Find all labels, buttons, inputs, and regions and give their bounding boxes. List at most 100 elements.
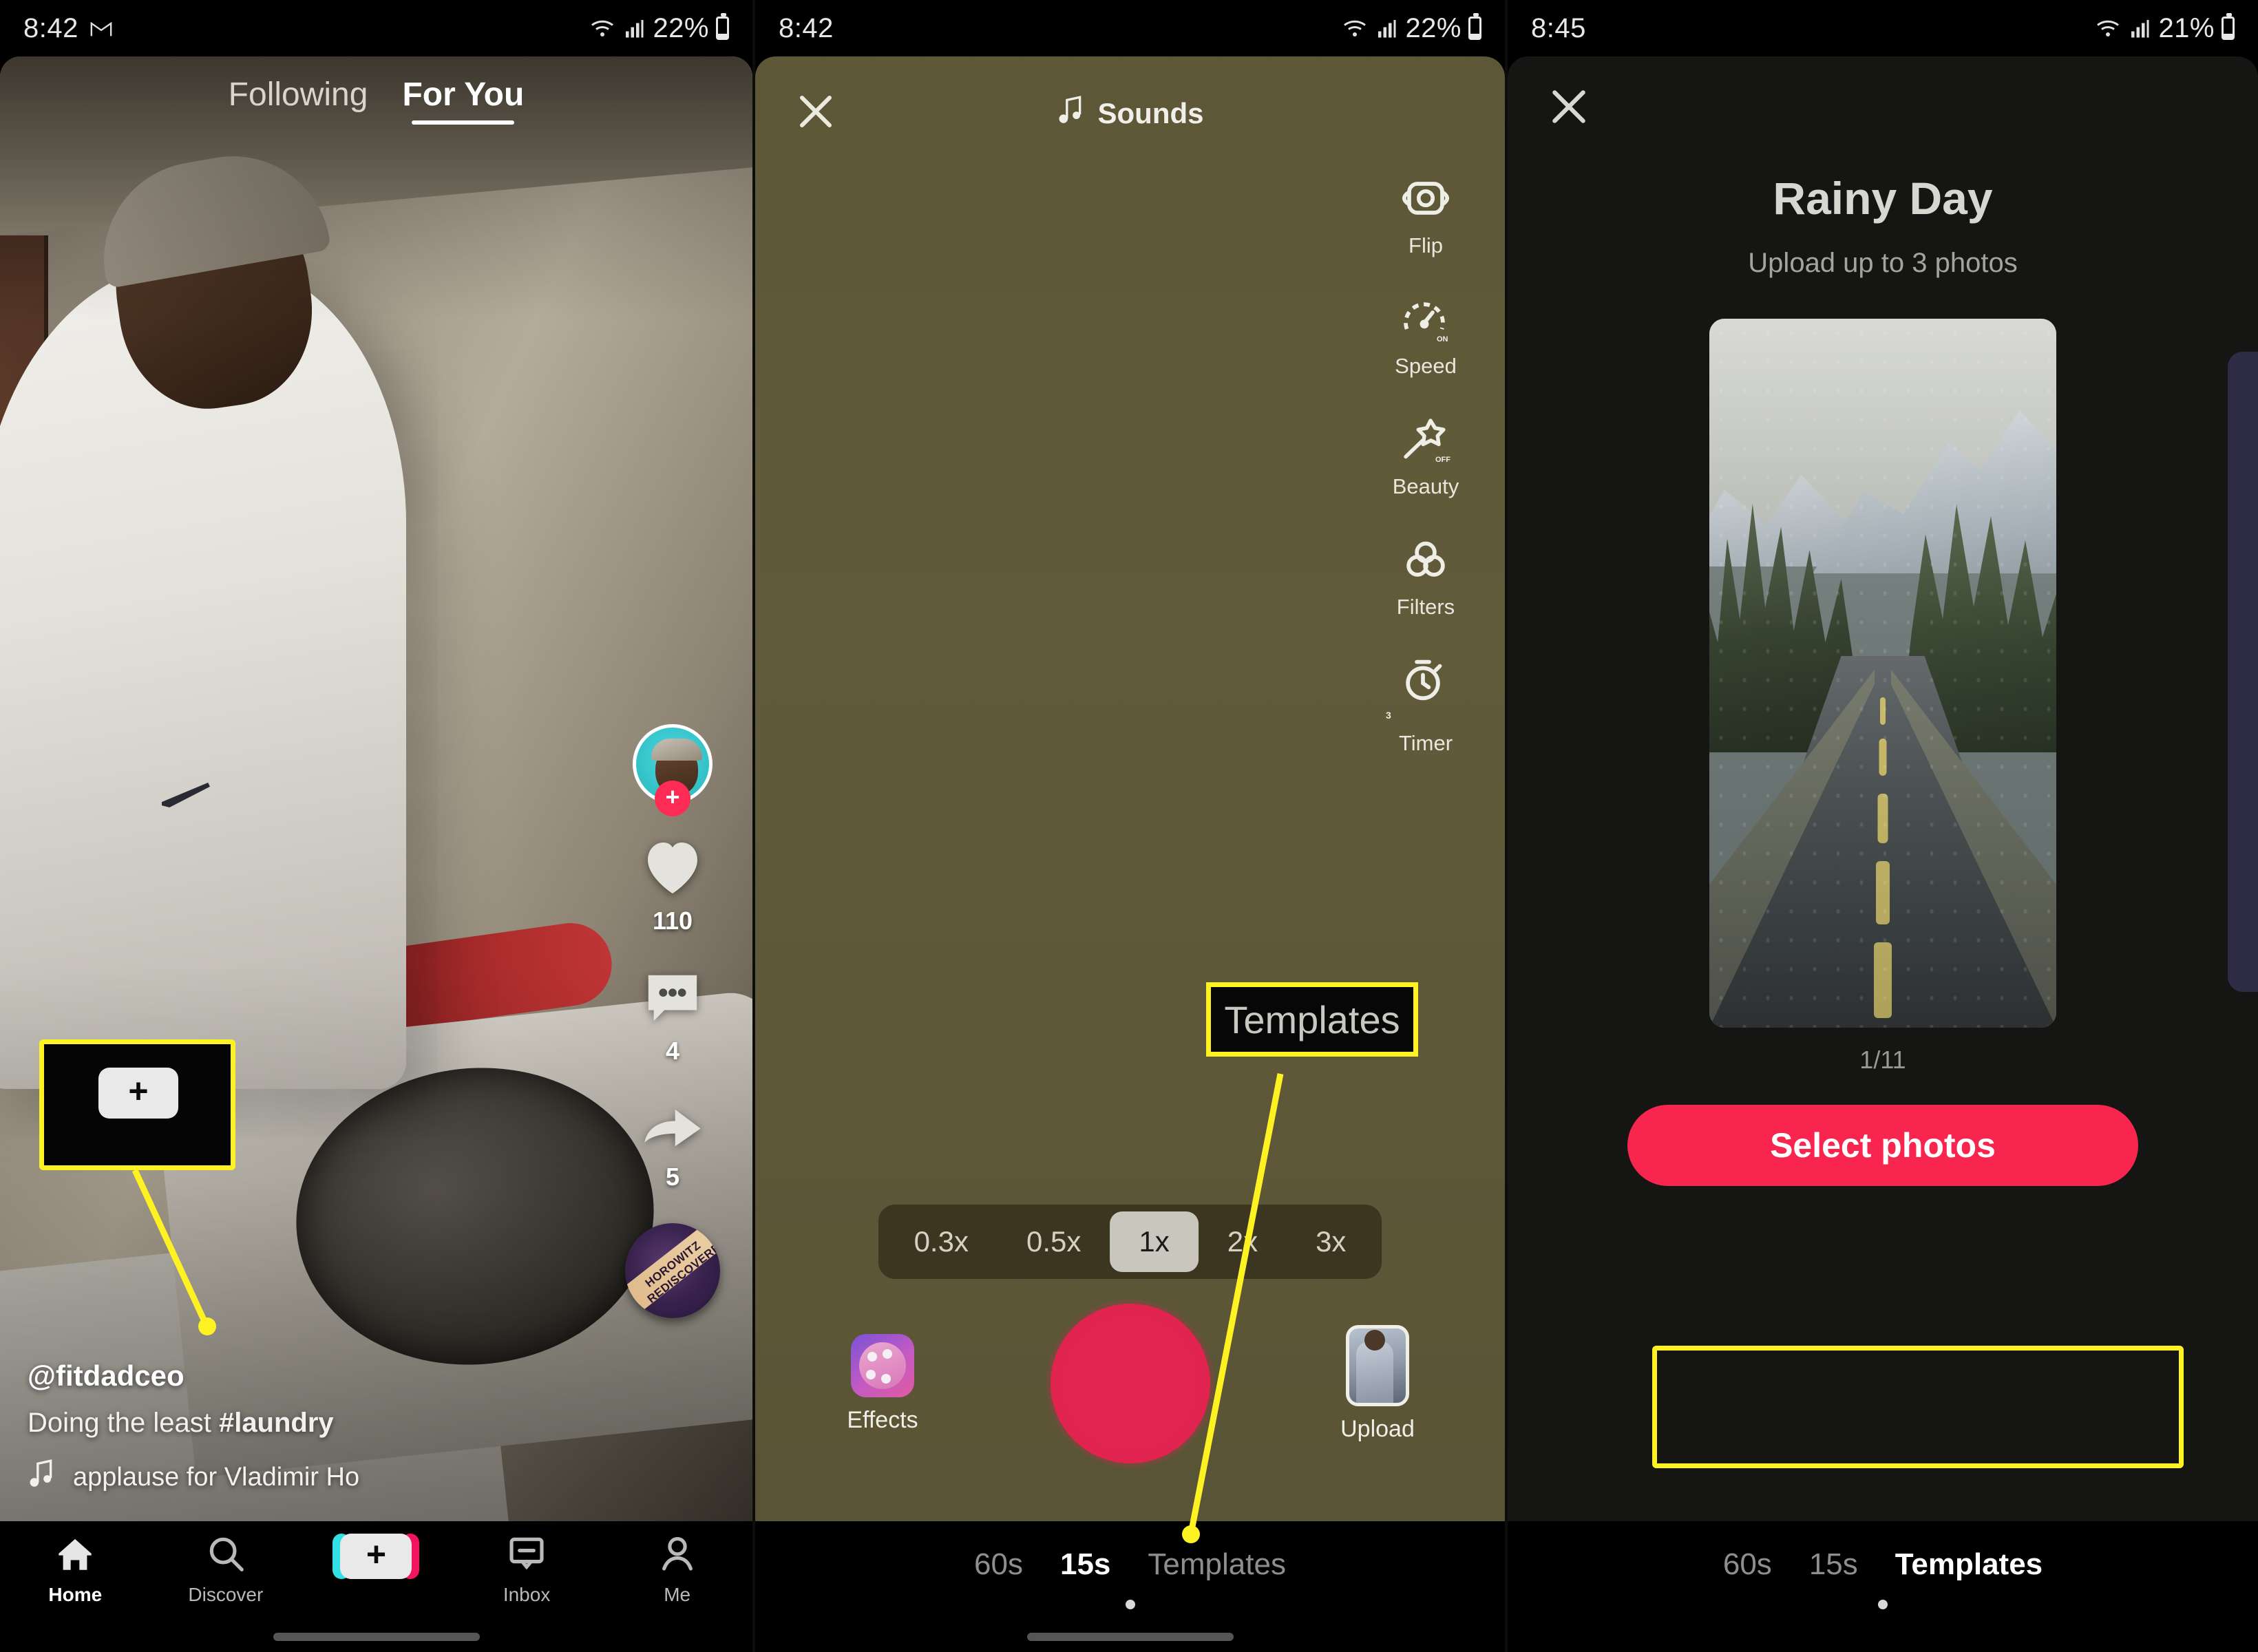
music-disc-icon[interactable]: HOROWITZ REDISCOVERED [625, 1223, 720, 1318]
battery-percent: 22% [1405, 12, 1462, 43]
speed-on-icon[interactable]: ON [1400, 294, 1452, 347]
upload-thumb-head [1364, 1329, 1385, 1351]
nav-item-inbox[interactable]: Inbox [465, 1534, 589, 1606]
camera-viewfinder[interactable]: Sounds Flip ON Speed OFF Beauty Filters … [755, 56, 1505, 1521]
template-counter: 1/11 [1859, 1046, 1906, 1074]
mode-page-dot [1125, 1600, 1135, 1609]
avatar-cap [651, 739, 702, 761]
feed-action-rail: + 110 4 5 HOROWITZ REDISCOVERED [618, 724, 728, 1318]
close-x-icon[interactable] [1548, 85, 1590, 131]
status-right-3: 21% [2095, 13, 2235, 44]
battery-icon [2222, 13, 2235, 40]
wifi-icon [2095, 18, 2121, 39]
comment-count: 4 [665, 1037, 680, 1065]
tool-flip[interactable]: Flip [1374, 173, 1477, 258]
feed-tabs: Following For You [0, 76, 752, 125]
photo-rain-droplets [1709, 319, 2056, 1028]
filters-icon[interactable] [1401, 535, 1450, 588]
rainy-road-photo[interactable] [1709, 319, 2056, 1028]
inbox-icon[interactable] [505, 1534, 548, 1577]
author-avatar-button[interactable]: + [633, 724, 713, 816]
mode-15s[interactable]: 15s [1060, 1547, 1110, 1582]
select-photos-button[interactable]: Select photos [1627, 1105, 2138, 1186]
tool-beauty[interactable]: OFF Beauty [1374, 414, 1477, 499]
nav-label-discover: Discover [188, 1584, 264, 1605]
home-indicator-bar [273, 1633, 480, 1641]
speed-option-0.5x[interactable]: 0.5x [998, 1211, 1110, 1272]
video-feed[interactable]: Following For You + 110 4 5 HOROWITZ RED… [0, 56, 752, 1521]
speed-option-2x[interactable]: 2x [1199, 1211, 1287, 1272]
mode-templates[interactable]: Templates [1148, 1547, 1286, 1582]
nav-item-discover[interactable]: Discover [164, 1534, 288, 1606]
mode-15s[interactable]: 15s [1809, 1547, 1858, 1582]
phone-panel-camera: 8:42 22% Sounds Flip ON Speed OFF Beauty… [752, 0, 1505, 1652]
mode-templates[interactable]: Templates [1895, 1547, 2043, 1582]
share-arrow-icon[interactable] [640, 1097, 706, 1156]
effects-button[interactable]: Effects [824, 1333, 941, 1434]
effects-palette-icon[interactable] [851, 1333, 914, 1397]
battery-percent: 21% [2158, 12, 2215, 43]
caption-text: Doing the least #laundry [28, 1408, 551, 1439]
capture-modes-2: 60s 15s Templates [974, 1547, 1286, 1582]
tiktok-plus-glyph: + [366, 1535, 387, 1574]
caption-username[interactable]: @fitdadceo [28, 1359, 551, 1392]
tab-following[interactable]: Following [229, 76, 368, 125]
caption-text-plain: Doing the least [28, 1408, 219, 1438]
battery-icon [1468, 13, 1481, 40]
battery-percent: 22% [653, 12, 709, 43]
speed-option-1x[interactable]: 1x [1110, 1211, 1199, 1272]
timer-3-icon[interactable]: 3 [1386, 655, 1451, 724]
home-icon[interactable] [53, 1534, 97, 1577]
status-left-3: 8:45 [1531, 13, 1586, 44]
effects-label: Effects [847, 1406, 918, 1433]
bottom-nav-bar: Home Discover + Inbox Me [0, 1521, 752, 1652]
nav-item-me[interactable]: Me [615, 1534, 739, 1606]
close-x-icon[interactable] [795, 91, 836, 136]
tool-timer[interactable]: 3 Timer [1374, 655, 1477, 756]
template-preview-area [1508, 319, 2258, 1028]
status-right-1: 22% [589, 13, 729, 44]
mode-60s[interactable]: 60s [974, 1547, 1023, 1582]
zoom-speed-selector: 0.3x 0.5x 1x 2x 3x [878, 1205, 1382, 1279]
speed-option-0.3x[interactable]: 0.3x [885, 1211, 998, 1272]
like-button[interactable]: 110 [640, 836, 706, 935]
tool-filters[interactable]: Filters [1374, 535, 1477, 620]
signal-icon [2128, 18, 2151, 39]
phone-panel-feed: 8:42 22% Following For You + 110 4 5 HOR… [0, 0, 752, 1652]
tiktok-plus-icon[interactable]: + [333, 1534, 420, 1579]
template-title: Rainy Day [1773, 173, 1993, 224]
upload-label: Upload [1340, 1415, 1415, 1442]
template-subtitle: Upload up to 3 photos [1748, 248, 2018, 278]
nav-item-create[interactable]: + [314, 1534, 438, 1579]
caption-hashtag[interactable]: #laundry [219, 1408, 334, 1438]
comment-icon[interactable] [640, 967, 705, 1030]
next-template-card-peek[interactable] [2228, 352, 2258, 992]
flip-camera-icon[interactable] [1401, 173, 1450, 226]
nav-item-home[interactable]: Home [13, 1534, 137, 1606]
person-icon[interactable] [656, 1534, 699, 1577]
tool-label-timer: Timer [1398, 731, 1453, 755]
share-button[interactable]: 5 [640, 1097, 706, 1192]
tab-for-you[interactable]: For You [402, 76, 524, 125]
wifi-icon [589, 18, 615, 39]
beauty-wand-off-icon[interactable]: OFF [1400, 414, 1452, 467]
sounds-button[interactable]: Sounds [1057, 94, 1204, 133]
speed-option-3x[interactable]: 3x [1287, 1211, 1375, 1272]
sounds-label: Sounds [1097, 97, 1204, 129]
mode-page-dot [1878, 1600, 1888, 1609]
status-right-2: 22% [1342, 13, 1481, 44]
mode-60s[interactable]: 60s [1723, 1547, 1772, 1582]
upload-button[interactable]: Upload [1319, 1324, 1436, 1443]
sound-disc-button[interactable]: HOROWITZ REDISCOVERED [625, 1223, 720, 1318]
follow-plus-icon[interactable]: + [655, 781, 690, 816]
search-icon[interactable] [204, 1534, 247, 1577]
comment-button[interactable]: 4 [640, 967, 705, 1066]
upload-thumbnail-icon[interactable] [1346, 1324, 1409, 1406]
heart-icon[interactable] [640, 836, 706, 900]
nav-label-home: Home [48, 1584, 103, 1605]
home-indicator-bar [1026, 1633, 1234, 1641]
caption-music-row[interactable]: applause for Vladimir Ho [28, 1458, 551, 1496]
wifi-icon [1342, 18, 1368, 39]
record-button[interactable] [1050, 1304, 1210, 1463]
tool-speed[interactable]: ON Speed [1374, 294, 1477, 379]
